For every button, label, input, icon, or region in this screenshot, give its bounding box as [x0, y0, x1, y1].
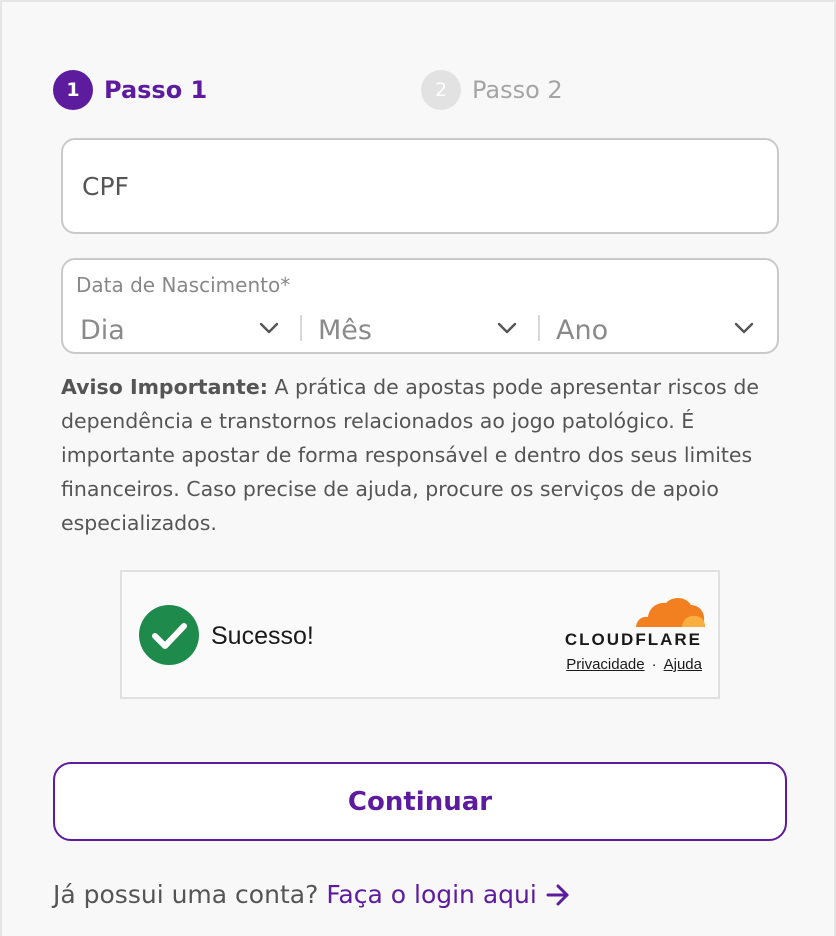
- year-select-value: Ano: [556, 314, 609, 346]
- login-prompt-row: Já possui uma conta? Faça o login aqui: [53, 880, 571, 909]
- step-2-indicator: 2 Passo 2: [421, 70, 563, 110]
- year-select[interactable]: Ano: [556, 312, 608, 348]
- date-separator: [300, 315, 302, 341]
- link-separator: ·: [651, 656, 657, 673]
- day-chevron-down-icon[interactable]: [258, 317, 280, 339]
- success-check-icon: [139, 605, 199, 665]
- login-prompt-text: Já possui uma conta?: [53, 880, 319, 909]
- step-2-label: Passo 2: [472, 76, 563, 104]
- step-1-number: 1: [53, 70, 93, 110]
- year-chevron-down-icon[interactable]: [733, 317, 755, 339]
- month-select[interactable]: Mês: [318, 312, 372, 348]
- step-1-indicator: 1 Passo 1: [53, 70, 207, 110]
- continue-button-label: Continuar: [347, 786, 493, 817]
- day-select[interactable]: Dia: [80, 312, 125, 348]
- step-2-number: 2: [421, 70, 461, 110]
- cpf-input[interactable]: CPF: [61, 138, 779, 234]
- cloudflare-cloud-icon: [632, 597, 707, 632]
- date-separator: [538, 315, 540, 341]
- arrow-right-icon[interactable]: [545, 882, 571, 908]
- warning-title: Aviso Importante:: [61, 375, 268, 399]
- warning-body: A prática de apostas pode apresentar ris…: [61, 375, 759, 535]
- cpf-placeholder: CPF: [82, 171, 129, 201]
- day-select-value: Dia: [80, 314, 125, 346]
- month-select-value: Mês: [318, 314, 372, 346]
- responsible-gambling-warning: Aviso Importante: A prática de apostas p…: [61, 370, 791, 540]
- help-link[interactable]: Ajuda: [664, 656, 702, 673]
- cloudflare-logo-text: CLOUDFLARE: [564, 630, 702, 649]
- captcha-status: Sucesso!: [211, 622, 314, 650]
- login-link[interactable]: Faça o login aqui: [326, 880, 537, 909]
- month-chevron-down-icon[interactable]: [496, 317, 518, 339]
- captcha-links: Privacidade · Ajuda: [566, 656, 702, 673]
- privacy-link[interactable]: Privacidade: [566, 656, 644, 673]
- step-1-label: Passo 1: [104, 76, 208, 104]
- birthdate-label: Data de Nascimento*: [76, 273, 291, 297]
- cloudflare-captcha-widget: Sucesso! CLOUDFLARE Privacidade · Ajuda: [120, 570, 720, 699]
- birthdate-field: Data de Nascimento* Dia Mês Ano: [61, 258, 779, 354]
- continue-button[interactable]: Continuar: [53, 762, 787, 841]
